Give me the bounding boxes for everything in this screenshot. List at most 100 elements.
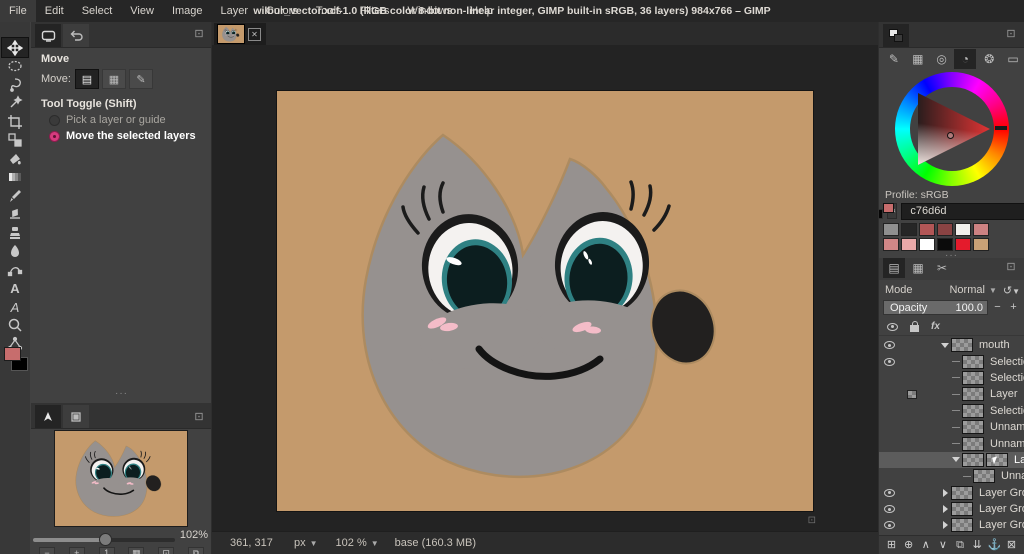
tool-clone[interactable] (2, 223, 28, 242)
unit-dropdown[interactable]: px▼ (288, 535, 324, 551)
lock-icon[interactable] (910, 325, 919, 332)
color-swatch[interactable] (901, 223, 917, 236)
menu-view[interactable]: View (121, 0, 163, 22)
layer-thumbnail[interactable] (986, 453, 1008, 467)
tab-watercolor[interactable]: ◎ (931, 49, 953, 69)
slider-thumb[interactable] (99, 533, 112, 546)
layer-thumbnail[interactable] (962, 453, 984, 467)
tool-zoom[interactable] (2, 316, 28, 335)
menu-filters[interactable]: Filters (351, 0, 399, 22)
menu-tools[interactable]: Tools (307, 0, 351, 22)
layer-thumbnail[interactable] (962, 371, 984, 385)
layer-row-selection-copy[interactable]: Selection copy (879, 370, 1024, 386)
tool-gradient[interactable] (2, 168, 28, 187)
fg-bg-colors-tab[interactable] (883, 24, 909, 47)
layer-thumbnail[interactable] (962, 420, 984, 434)
menu-image[interactable]: Image (163, 0, 212, 22)
duplicate-layer-button[interactable]: ⧉ (953, 538, 968, 553)
opacity-slider[interactable]: Opacity 100.0 (883, 300, 988, 315)
expander-icon[interactable] (943, 489, 948, 497)
layer-thumbnail[interactable] (962, 404, 984, 418)
menu-windows[interactable]: Windows (398, 0, 461, 22)
navigation-tab[interactable] (35, 405, 61, 428)
tool-unified-transform[interactable] (2, 131, 28, 150)
opacity-decrease-button[interactable]: − (991, 301, 1004, 314)
zoom-1-1-button[interactable]: 1 (99, 547, 115, 554)
tab-gimp[interactable]: ✎ (883, 49, 905, 69)
navigation-zoom-slider[interactable] (33, 532, 175, 546)
radio-pick-layer[interactable]: Pick a layer or guide (49, 114, 166, 126)
opacity-increase-button[interactable]: + (1007, 301, 1020, 314)
delete-layer-button[interactable]: ⊠ (1004, 538, 1019, 553)
tool-eraser[interactable] (2, 205, 28, 224)
layer-link-badge[interactable] (907, 390, 917, 399)
layers-menu-icon[interactable]: ⊡ (1004, 261, 1018, 274)
tool-bucket-fill[interactable] (2, 149, 28, 168)
color-wheel[interactable] (895, 72, 1009, 186)
layer-thumbnail[interactable] (962, 437, 984, 451)
menu-layer[interactable]: Layer (212, 0, 258, 22)
lower-layer-button[interactable]: ∨ (935, 538, 950, 553)
new-layer-button[interactable]: ⊞ (884, 538, 899, 553)
layer-row-layer-gr[interactable]: Layer Gr (879, 452, 1024, 468)
new-group-button[interactable]: ⊕ (901, 538, 916, 553)
layer-row-selection[interactable]: Selection (879, 403, 1024, 419)
color-swatch[interactable] (937, 223, 953, 236)
tool-text[interactable]: A (2, 279, 28, 298)
move-selection-button[interactable]: ▦ (102, 69, 126, 89)
visibility-eye-icon[interactable] (884, 505, 895, 513)
saturation-triangle[interactable] (910, 87, 994, 171)
layer-thumbnail[interactable] (951, 502, 973, 516)
image-tab-close-icon[interactable]: ✕ (248, 28, 261, 41)
zoom-fit-window-button[interactable]: ⊡ (158, 547, 174, 554)
layer-row-layer-group-7[interactable]: Layer Group #7 (879, 517, 1024, 533)
expander-icon[interactable] (943, 521, 948, 529)
color-marker[interactable] (947, 132, 954, 139)
layer-row-mouth[interactable]: mouth (879, 337, 1024, 353)
image-tab[interactable]: ✕ (214, 23, 266, 45)
menu-colors[interactable]: Colors (257, 0, 307, 22)
shrink-wrap-button[interactable]: ⧉ (188, 547, 204, 554)
layer-thumbnail[interactable] (973, 469, 995, 483)
canvas-image[interactable] (277, 91, 813, 511)
tool-options-menu-icon[interactable]: ⊡ (192, 28, 206, 41)
color-swatch[interactable] (955, 223, 971, 236)
tab-scales[interactable]: ▭ (1002, 49, 1024, 69)
navigation-menu-icon[interactable]: ⊡ (192, 411, 206, 424)
layer-row-layer-group-6[interactable]: Layer Group #6 (879, 485, 1024, 501)
menu-help[interactable]: Help (461, 0, 502, 22)
layer-row-selection-copy[interactable]: Selection copy (879, 353, 1024, 369)
expander-icon[interactable] (941, 343, 949, 348)
tab-palette[interactable]: ❂ (978, 49, 1000, 69)
layer-row-layer-group-1[interactable]: Layer Group #1 (879, 501, 1024, 517)
expander-icon[interactable] (943, 505, 948, 513)
menu-select[interactable]: Select (73, 0, 122, 22)
layer-row-unnamed-[interactable]: Unnamed # (879, 468, 1024, 484)
tool-smudge[interactable] (2, 242, 28, 261)
visibility-eye-icon[interactable] (884, 521, 895, 529)
tab-cmyk[interactable]: ▦ (907, 49, 929, 69)
move-layer-button[interactable]: ▤ (75, 69, 99, 89)
tool-fuzzy-select[interactable] (2, 94, 28, 113)
tab-layers[interactable]: ▤ (883, 258, 905, 278)
tool-options-tab[interactable] (35, 24, 61, 47)
zoom-dropdown[interactable]: 102 %▼ (330, 535, 385, 551)
tool-shear[interactable]: A (2, 297, 28, 316)
layer-thumbnail[interactable] (962, 387, 984, 401)
tab-paths[interactable]: ✂ (931, 258, 953, 278)
color-swatch[interactable] (883, 223, 899, 236)
mode-reset-button[interactable]: ↺▼ (1003, 284, 1020, 297)
menu-edit[interactable]: Edit (36, 0, 73, 22)
zoom-out-button[interactable]: − (39, 547, 55, 554)
color-swatch[interactable] (919, 223, 935, 236)
layer-thumbnail[interactable] (962, 355, 984, 369)
tab-wheel[interactable]: ◔ (954, 49, 976, 69)
tool-paintbrush[interactable] (2, 186, 28, 205)
zoom-in-button[interactable]: + (69, 547, 85, 554)
move-path-button[interactable]: ✎ (129, 69, 153, 89)
color-swatch[interactable] (973, 223, 989, 236)
layer-row-unnamed-19[interactable]: Unnamed #19 (879, 435, 1024, 451)
foreground-color-swatch[interactable] (4, 347, 21, 361)
layer-thumbnail[interactable] (951, 518, 973, 532)
colors-dock-menu-icon[interactable]: ⊡ (1004, 28, 1018, 41)
